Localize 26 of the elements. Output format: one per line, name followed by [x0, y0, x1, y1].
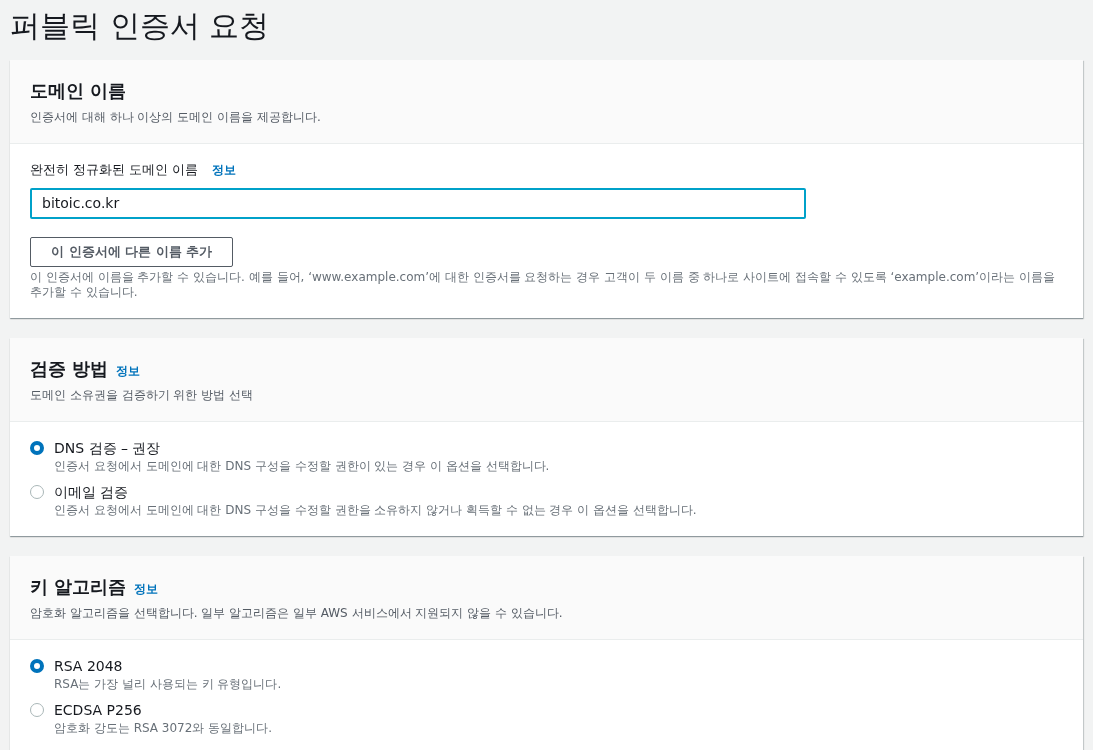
section-description: 인증서에 대해 하나 이상의 도메인 이름을 제공합니다.: [30, 109, 322, 126]
page-title: 퍼블릭 인증서 요청: [10, 7, 271, 45]
radio-button[interactable]: [30, 440, 44, 455]
radio-button[interactable]: [30, 702, 44, 717]
info-link[interactable]: 정보: [212, 161, 237, 179]
option-label: RSA 2048: [54, 656, 124, 676]
section-title: 키 알고리즘: [30, 574, 127, 599]
option-label: DNS 검증 – 권장: [54, 438, 162, 458]
domain-input-field[interactable]: bitoic.co.kr: [30, 187, 806, 219]
option-description: 인증서 요청에서 도메인에 대한 DNS 구성을 수정할 권한이 있는 경우 이 옵션을 선택합니다.: [54, 457, 550, 474]
option-label: 이메일 검증: [54, 482, 130, 502]
radio-button[interactable]: [30, 658, 44, 673]
info-link[interactable]: 정보: [116, 361, 141, 380]
field-label: 완전히 정규화된 도메인 이름: [30, 161, 199, 179]
option-label: ECDSA P256: [54, 700, 143, 720]
radio-button[interactable]: [30, 484, 44, 499]
help-text: 이 인증서에 이름을 추가할 수 있습니다. 예를 들어, ‘www.example.com’에 대한 인증서를 요청하는 경우 고객이 두 이름 중 하나로 사이트에 접속할 수 있도록 ‘example.com’이라는 이름을 추가할 수 있습니다.: [30, 269, 1056, 300]
section-description: 암호화 알고리즘을 선택합니다. 일부 알고리즘은 일부 AWS 서비스에서 지원되지 않을 수 있습니다.: [30, 604, 564, 622]
option-description: 암호화 강도는 RSA 3072와 동일합니다.: [54, 719, 272, 736]
option-description: 인증서 요청에서 도메인에 대한 DNS 구성을 수정할 권한을 소유하지 않거나 획득할 수 없는 경우 이 옵션을 선택합니다.: [54, 501, 697, 518]
option-description: RSA는 가장 널리 사용되는 키 유형입니다.: [54, 675, 282, 692]
info-link[interactable]: 정보: [134, 579, 159, 598]
section-description: 도메인 소유권을 검증하기 위한 방법 선택: [30, 386, 255, 404]
add-name-button[interactable]: 이 인증서에 다른 이름 추가: [30, 236, 234, 267]
section-title: 도메인 이름: [30, 79, 127, 103]
section-title: 검증 방법: [30, 356, 109, 381]
